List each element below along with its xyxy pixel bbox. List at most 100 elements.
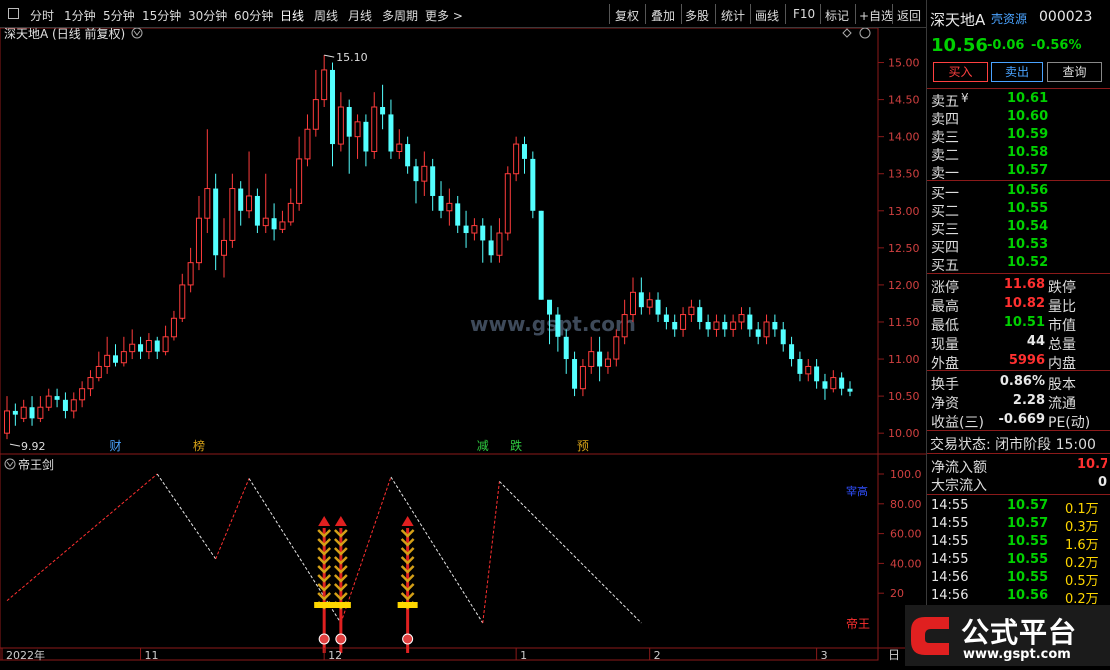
candle-body bbox=[830, 377, 837, 390]
signal-bar bbox=[397, 602, 418, 608]
quote-panel: 深天地A 壳资源 000023 10.56 -0.06 -0.56% 买入 卖出… bbox=[926, 0, 1110, 666]
mark-button[interactable]: 标记 bbox=[825, 7, 849, 24]
stats-button[interactable]: 统计 bbox=[721, 7, 745, 24]
high-pointer bbox=[324, 54, 335, 58]
chart-area[interactable]: 深天地A (日线 前复权) www.gspt.com 15.00 14.50 14.… bbox=[0, 26, 926, 663]
period-tab-5min[interactable]: 5分钟 bbox=[103, 7, 135, 24]
candle-body bbox=[279, 221, 286, 230]
indicator-segment bbox=[482, 481, 500, 624]
candle-body bbox=[772, 321, 778, 330]
indicator-label-bottom: 帝王 bbox=[846, 616, 870, 631]
candle-body bbox=[822, 381, 828, 389]
window-menu-icon[interactable] bbox=[8, 8, 19, 19]
candle-body bbox=[346, 107, 352, 137]
candle-body bbox=[480, 225, 486, 241]
query-button[interactable]: 查询 bbox=[1047, 62, 1102, 82]
candle-body bbox=[672, 321, 678, 330]
ask-row: 卖一 10.57 bbox=[927, 162, 1110, 182]
stat-label-2: 总量 bbox=[1048, 337, 1076, 353]
stat-row: 现量 44 总量 bbox=[927, 333, 1110, 353]
stat-value: -0.669 bbox=[998, 412, 1045, 427]
candle-body bbox=[613, 336, 620, 360]
candle-body bbox=[187, 262, 194, 286]
signal-arrow bbox=[318, 516, 331, 526]
candle-body bbox=[413, 166, 419, 182]
bid-price: 10.55 bbox=[1007, 201, 1049, 216]
signal-bar bbox=[330, 602, 351, 608]
candle-body bbox=[271, 218, 277, 230]
period-tab-15min[interactable]: 15分钟 bbox=[142, 7, 181, 24]
indicator-segment bbox=[340, 476, 392, 624]
candle-body bbox=[663, 314, 669, 322]
indicator-tick-label: 40.00 bbox=[890, 557, 922, 570]
stat-label: 收益(三) bbox=[931, 415, 984, 431]
price-tick-label: 13.00 bbox=[888, 205, 920, 218]
price-tick-label: 10.50 bbox=[888, 390, 920, 403]
candle-body bbox=[530, 158, 536, 211]
sell-button[interactable]: 卖出 bbox=[991, 62, 1043, 82]
candle-body bbox=[780, 329, 786, 345]
tick-row: 14:55 10.57 0.3万 bbox=[927, 515, 1110, 535]
signal-dot bbox=[318, 633, 330, 645]
signal-arrow bbox=[401, 516, 414, 526]
stat-value: 0.86% bbox=[999, 374, 1045, 389]
overlay-button[interactable]: 叠加 bbox=[651, 7, 675, 24]
period-tab-60min[interactable]: 60分钟 bbox=[234, 7, 273, 24]
candle-body bbox=[438, 195, 444, 211]
period-tab-daily[interactable]: 日线 bbox=[280, 7, 304, 24]
candle-body bbox=[638, 292, 644, 308]
indicator-collapse-icon[interactable] bbox=[4, 458, 16, 470]
candle-body bbox=[37, 406, 44, 419]
period-tab-more[interactable]: 更多 > bbox=[425, 7, 463, 24]
period-tab-1min[interactable]: 1分钟 bbox=[64, 7, 96, 24]
candle-body bbox=[396, 143, 403, 152]
candle-body bbox=[655, 299, 661, 315]
price-change-pct: -0.56% bbox=[1031, 38, 1082, 53]
event-tag: 榜 bbox=[193, 438, 205, 453]
candle-body bbox=[738, 314, 745, 323]
period-tab-multi[interactable]: 多周期 bbox=[382, 7, 418, 24]
tick-time: 14:56 bbox=[931, 588, 969, 603]
period-tab-weekly[interactable]: 周线 bbox=[314, 7, 338, 24]
draw-line-button[interactable]: 画线 bbox=[755, 7, 779, 24]
indicator-tick-label: 80.00 bbox=[890, 498, 922, 511]
fuquan-button[interactable]: 复权 bbox=[615, 7, 639, 24]
back-button[interactable]: 返回 bbox=[897, 7, 921, 24]
candle-body bbox=[162, 336, 169, 353]
candle-body bbox=[254, 195, 260, 226]
price-tick-label: 12.50 bbox=[888, 242, 920, 255]
period-tab-monthly[interactable]: 月线 bbox=[348, 7, 372, 24]
price-tick-label: 14.50 bbox=[888, 94, 920, 107]
candle-body bbox=[179, 284, 186, 319]
candle-body bbox=[321, 69, 328, 101]
current-price: 10.56 bbox=[931, 35, 988, 56]
tick-row: 14:56 10.55 0.5万 bbox=[927, 569, 1110, 589]
candle-body bbox=[371, 106, 378, 152]
stat-row: 净资 2.28 流通 bbox=[927, 392, 1110, 412]
candle-body bbox=[488, 240, 494, 256]
stat-label-2: 流通 bbox=[1048, 396, 1076, 412]
f10-button[interactable]: F10 bbox=[793, 7, 815, 21]
signal-dot bbox=[335, 633, 347, 645]
signal-markers bbox=[314, 516, 418, 653]
stat-label-2: PE(动) bbox=[1048, 415, 1091, 431]
add-watchlist-button[interactable]: +自选 bbox=[859, 7, 893, 24]
candle-body bbox=[521, 144, 527, 159]
kline-chart[interactable]: 深天地A (日线 前复权) www.gspt.com 15.00 14.50 14.… bbox=[0, 26, 926, 663]
period-tab-fenshi[interactable]: 分时 bbox=[30, 7, 54, 24]
diamond-icon[interactable] bbox=[842, 28, 852, 38]
buy-button[interactable]: 买入 bbox=[933, 62, 988, 82]
title-dropdown-icon[interactable] bbox=[131, 27, 143, 39]
indicator-name: 帝王剑 bbox=[18, 457, 54, 472]
period-tab-30min[interactable]: 30分钟 bbox=[188, 7, 227, 24]
candle-body bbox=[588, 351, 595, 367]
settings-circle-icon[interactable] bbox=[859, 27, 871, 39]
candle-body bbox=[789, 344, 795, 360]
ask-row: 卖五 ¥10.61 bbox=[927, 90, 1110, 110]
signal-dot bbox=[402, 633, 414, 645]
candle-body bbox=[730, 321, 737, 330]
price-tick-label: 12.00 bbox=[888, 279, 920, 292]
multi-stock-button[interactable]: 多股 bbox=[685, 7, 709, 24]
candle-body bbox=[120, 351, 127, 364]
tick-row: 14:55 10.57 0.1万 bbox=[927, 497, 1110, 517]
